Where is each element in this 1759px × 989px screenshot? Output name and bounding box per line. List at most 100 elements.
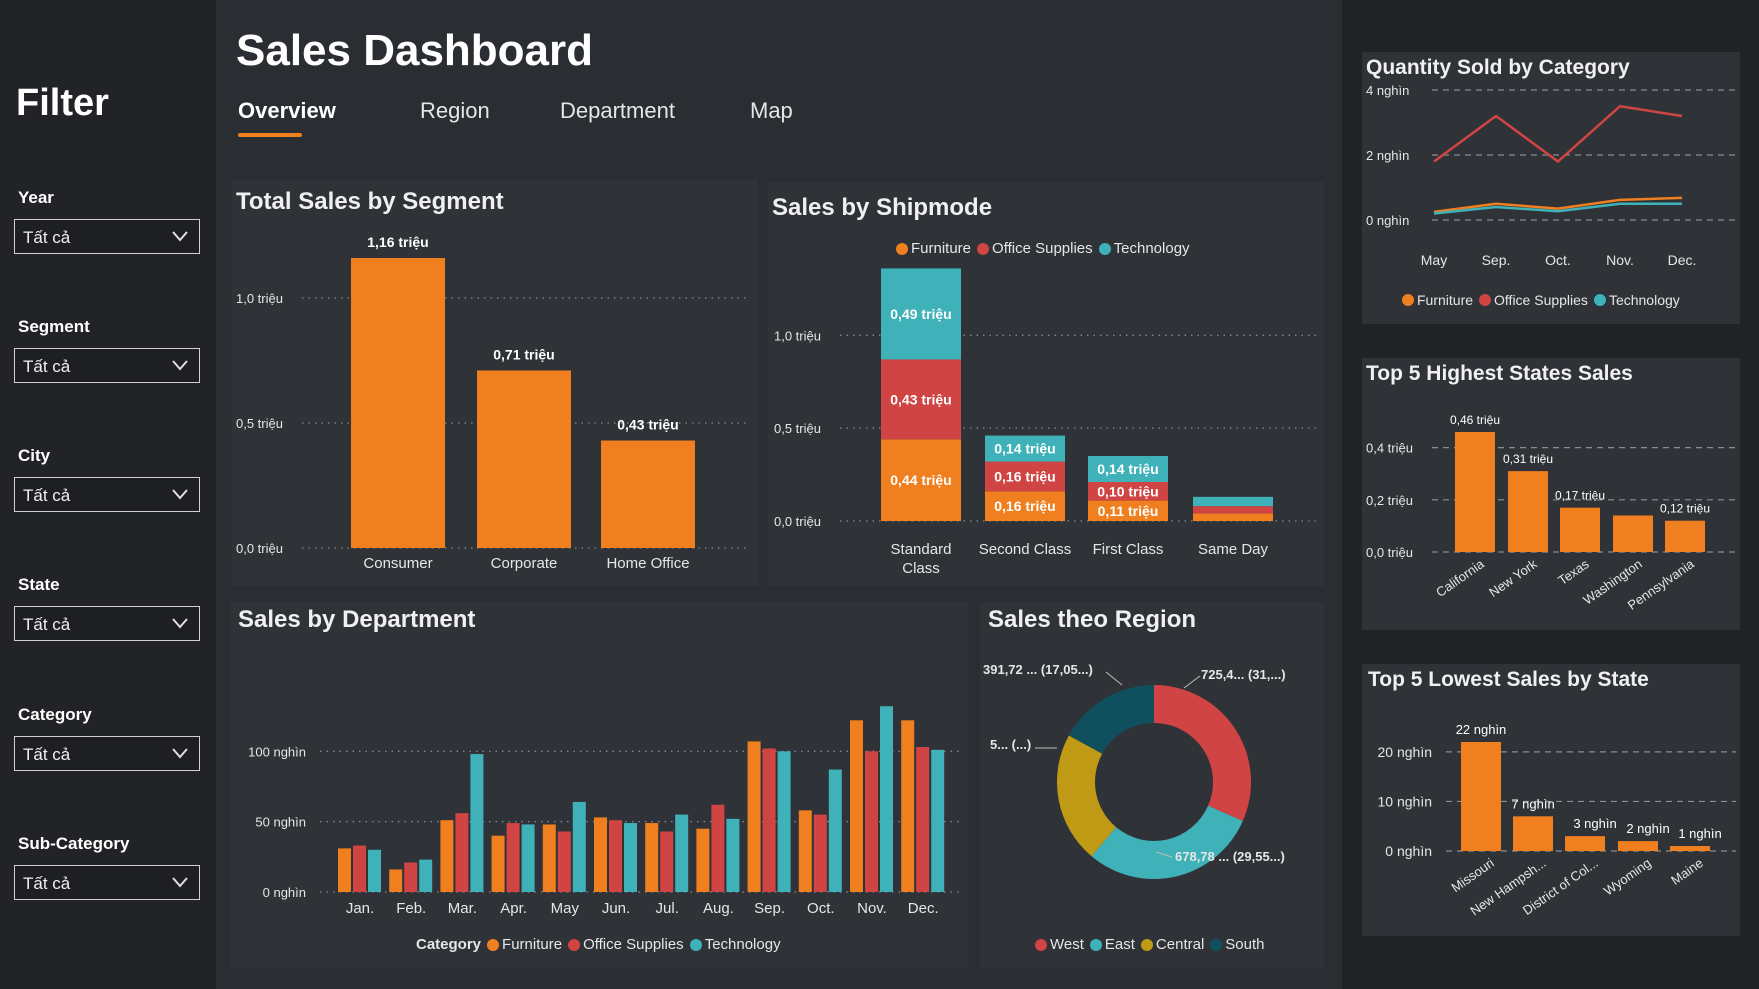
x-tick-label: Oct.	[807, 900, 835, 917]
bar	[1508, 471, 1548, 552]
x-tick-label: California	[1433, 556, 1487, 600]
data-label: 0,44 triệu	[890, 472, 951, 488]
data-label: 0,46 triệu	[1450, 413, 1500, 427]
data-label: 5... (...)	[990, 737, 1031, 752]
data-label: 0,11 triệu	[1098, 503, 1159, 519]
bar	[557, 831, 571, 892]
tab-department[interactable]: Department	[560, 98, 675, 124]
region-chart: 725,4... (31,...) 678,78 ... (29,55...) 5.…	[983, 662, 1286, 879]
filter-label-segment: Segment	[18, 317, 90, 336]
year-dropdown[interactable]: Tất cả	[14, 219, 200, 254]
bar	[542, 824, 556, 892]
bar	[1461, 742, 1501, 851]
chevron-down-icon	[172, 360, 188, 371]
leader-line	[1183, 675, 1201, 689]
data-label: 678,78 ... (29,55...)	[1175, 849, 1285, 864]
y-tick-label: 50 nghìn	[255, 815, 306, 830]
page-title: Sales Dashboard	[236, 26, 594, 75]
tab-map[interactable]: Map	[750, 98, 793, 124]
bar	[419, 859, 433, 892]
segment-chart-card: Total Sales by Segment 0,0 triệu 0,5 triệ…	[232, 180, 758, 586]
bar	[1455, 432, 1495, 552]
data-label: 391,72 ... (17,05...)	[983, 662, 1093, 677]
bar	[572, 801, 586, 892]
x-tick-label: Standard	[891, 541, 952, 558]
city-dropdown-value: Tất cả	[23, 486, 71, 505]
x-tick-label: May	[1421, 252, 1447, 268]
chevron-down-icon	[172, 618, 188, 629]
state-dropdown[interactable]: Tất cả	[14, 606, 200, 641]
x-tick-label: Apr.	[500, 900, 527, 917]
category-dropdown-value: Tất cả	[23, 745, 71, 764]
bar-segment	[1193, 513, 1273, 521]
bar	[1613, 515, 1653, 552]
y-tick-label: 1,0 triệu	[774, 328, 821, 343]
y-tick-label: 0,5 triệu	[236, 416, 283, 431]
sub-category-dropdown-value: Tất cả	[23, 874, 71, 893]
bar	[521, 824, 535, 892]
bar	[594, 817, 607, 892]
tab-overview[interactable]: Overview	[238, 98, 336, 124]
state-dropdown-value: Tất cả	[23, 615, 71, 634]
data-label: 0,16 triệu	[994, 468, 1055, 484]
bar	[798, 810, 812, 892]
y-tick-label: 0,4 triệu	[1366, 441, 1413, 456]
filter-label-sub-category: Sub-Category	[18, 834, 130, 853]
low-states-chart-card: Top 5 Lowest Sales by State 0 nghìn 10 ng…	[1362, 664, 1740, 936]
data-label: 0,71 triệu	[493, 347, 554, 363]
bar	[1665, 520, 1705, 552]
bar	[624, 823, 637, 892]
filter-title: Filter	[16, 82, 109, 124]
y-tick-label: 0 nghìn	[1385, 843, 1432, 859]
active-tab-indicator	[238, 133, 302, 137]
filter-label-category: Category	[18, 705, 92, 724]
y-tick-label: 0,0 triệu	[774, 514, 821, 529]
segment-dropdown-value: Tất cả	[23, 357, 71, 376]
bar	[880, 706, 893, 892]
filter-sidebar: Filter Year Tất cả Segment Tất cả City T…	[0, 0, 216, 989]
bar	[850, 720, 863, 892]
shipmode-chart: 0,0 triệu 0,5 triệu 1,0 triệu 0,44 triệu 0,4…	[774, 268, 1316, 577]
year-dropdown-value: Tất cả	[23, 228, 71, 247]
chevron-down-icon	[172, 489, 188, 500]
category-dropdown[interactable]: Tất cả	[14, 736, 200, 771]
bar	[601, 440, 695, 548]
x-tick-label: Jun.	[602, 900, 630, 917]
data-label: 22 nghìn	[1456, 722, 1507, 737]
bar	[1560, 507, 1600, 552]
y-tick-label: 0,5 triệu	[774, 421, 821, 436]
bar-segment	[1193, 506, 1273, 514]
data-label: 0,17 triệu	[1555, 489, 1605, 503]
bar	[1565, 836, 1605, 851]
top-states-chart: 0,0 triệu 0,2 triệu 0,4 triệu 0,46 triệu Cal…	[1366, 413, 1736, 613]
bar	[696, 828, 710, 892]
filter-label-city: City	[18, 446, 51, 465]
x-tick-label: Jan.	[346, 900, 374, 917]
data-label: 0,10 triệu	[1097, 483, 1158, 499]
x-tick-label: Dec.	[908, 900, 939, 917]
bar	[1670, 846, 1710, 851]
bar	[609, 820, 622, 892]
x-tick-label: Missouri	[1448, 855, 1496, 895]
bar	[1513, 816, 1553, 851]
data-label: 0,43 triệu	[890, 391, 951, 407]
x-tick-label: Nov.	[857, 900, 887, 917]
x-tick-label: Second Class	[979, 541, 1072, 558]
tab-region[interactable]: Region	[420, 98, 490, 124]
x-tick-label: Corporate	[491, 555, 558, 572]
x-tick-label: Texas	[1555, 556, 1592, 588]
bar	[813, 814, 827, 892]
donut-slice	[1091, 805, 1243, 879]
bar	[931, 749, 945, 892]
x-tick-label: Sep.	[754, 900, 785, 917]
y-tick-label: 20 nghìn	[1378, 744, 1433, 760]
quantity-chart: 0 nghìn 2 nghìn 4 nghìn May Sep. Oct. Nov. Dec.	[1366, 83, 1736, 268]
region-chart-card: Sales theo Region West East Central Sout…	[980, 602, 1324, 968]
sub-category-dropdown[interactable]: Tất cả	[14, 865, 200, 900]
series-line	[1433, 104, 1683, 164]
segment-dropdown[interactable]: Tất cả	[14, 348, 200, 383]
x-tick-label: Wyoming	[1601, 855, 1654, 898]
city-dropdown[interactable]: Tất cả	[14, 477, 200, 512]
data-label: 3 nghìn	[1573, 816, 1616, 831]
x-tick-label: Class	[902, 560, 940, 577]
